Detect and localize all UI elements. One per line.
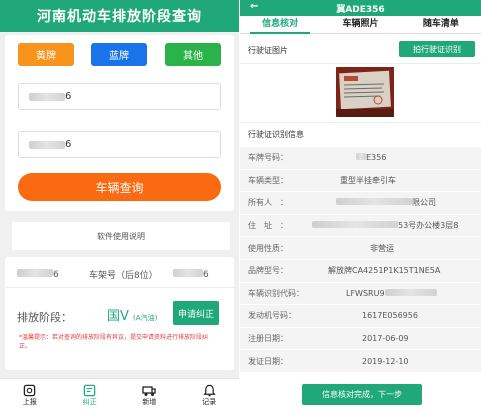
field-register-date: 注册日期： 2017-06-09 xyxy=(240,327,481,351)
query-card: 黄牌 蓝牌 其他 6 6 车辆查询 xyxy=(5,35,234,211)
nav-records[interactable]: 记录 xyxy=(184,383,234,407)
field-address: 住 址 ： 53号办公楼3层8 xyxy=(240,214,481,238)
result-card: 6 车架号（后8位） 6 排放阶段： 国V (A汽油) 申请纠正 *温馨提示：若… xyxy=(5,257,234,370)
field-vehicle-type: 车辆类型： 重型半挂牵引车 xyxy=(240,169,481,193)
blue-plate-button[interactable]: 蓝牌 xyxy=(91,43,147,66)
app-header: 河南机动车排放阶段查询 xyxy=(0,0,239,32)
plate-number-input[interactable]: 6 xyxy=(18,83,221,110)
back-arrow-icon[interactable]: ← xyxy=(250,1,258,12)
license-photo[interactable] xyxy=(336,67,394,117)
field-issue-date: 发证日期： 2019-12-10 xyxy=(240,350,481,373)
apply-correction-button[interactable]: 申请纠正 xyxy=(173,301,219,325)
field-engine-number: 发动机号码： 1617E056956 xyxy=(240,305,481,328)
field-vin: 车辆识别代码： LFWSRU9 xyxy=(240,282,481,306)
warning-text: *温馨提示：若对查询的排放阶段有异议，提交申请资料进行排放阶段纠正。 xyxy=(19,334,209,350)
nav-report[interactable]: 上报 xyxy=(5,383,55,407)
tabs: 信息核对 车辆照片 随车清单 xyxy=(240,16,481,34)
yellow-plate-button[interactable]: 黄牌 xyxy=(18,43,74,66)
vin-input[interactable]: 6 xyxy=(18,131,221,158)
field-plate-number: 车牌号码： E356 xyxy=(240,147,481,170)
vin-label: 车架号（后8位） xyxy=(89,270,158,281)
query-panel: 河南机动车排放阶段查询 黄牌 蓝牌 其他 6 6 车辆查询 软件使用说明 6 车… xyxy=(0,0,239,411)
vehicle-icon xyxy=(142,383,157,397)
tab-vehicle-list[interactable]: 随车清单 xyxy=(401,16,481,33)
nav-add[interactable]: 新增 xyxy=(124,383,174,407)
plate-title: 冀ADE356 xyxy=(336,4,385,15)
scan-license-button[interactable]: 拍行驶证识别 xyxy=(399,41,475,57)
bottom-nav: 上报 纠正 新增 记录 xyxy=(0,378,239,411)
help-link[interactable]: 软件使用说明 xyxy=(12,222,230,250)
tab-vehicle-photos[interactable]: 车辆照片 xyxy=(320,16,400,33)
field-brand-model: 品牌型号： 解放牌CA4251P1K15T1NE5A xyxy=(240,259,481,283)
app-title: 河南机动车排放阶段查询 xyxy=(37,9,202,25)
next-step-button[interactable]: 信息核对完成，下一步 xyxy=(302,384,422,405)
field-owner: 所有人 ：限公司 xyxy=(240,192,481,215)
verify-header: ← 冀ADE356 xyxy=(240,0,481,16)
result-info-row: 6 车架号（后8位） 6 xyxy=(5,265,234,283)
edit-icon xyxy=(83,383,97,397)
tab-info-check[interactable]: 信息核对 xyxy=(240,16,320,34)
bell-icon xyxy=(202,383,216,397)
vehicle-query-button[interactable]: 车辆查询 xyxy=(18,173,221,201)
emission-stage-label: 排放阶段： xyxy=(17,311,72,324)
field-usage: 使用性质： 非营运 xyxy=(240,237,481,260)
nav-correct[interactable]: 纠正 xyxy=(65,383,115,407)
license-info-section-title: 行驶证识别信息 xyxy=(240,122,481,146)
upload-icon xyxy=(23,383,37,397)
emission-stage-value: 国V (A汽油) xyxy=(107,309,158,324)
verification-panel: ← 冀ADE356 信息核对 车辆照片 随车清单 行驶证图片 拍行驶证识别 行驶… xyxy=(240,0,481,411)
other-plate-button[interactable]: 其他 xyxy=(165,43,221,66)
license-info-list: 车牌号码： E356 车辆类型： 重型半挂牵引车 所有人 ：限公司 住 址 ： 53号… xyxy=(240,147,481,373)
